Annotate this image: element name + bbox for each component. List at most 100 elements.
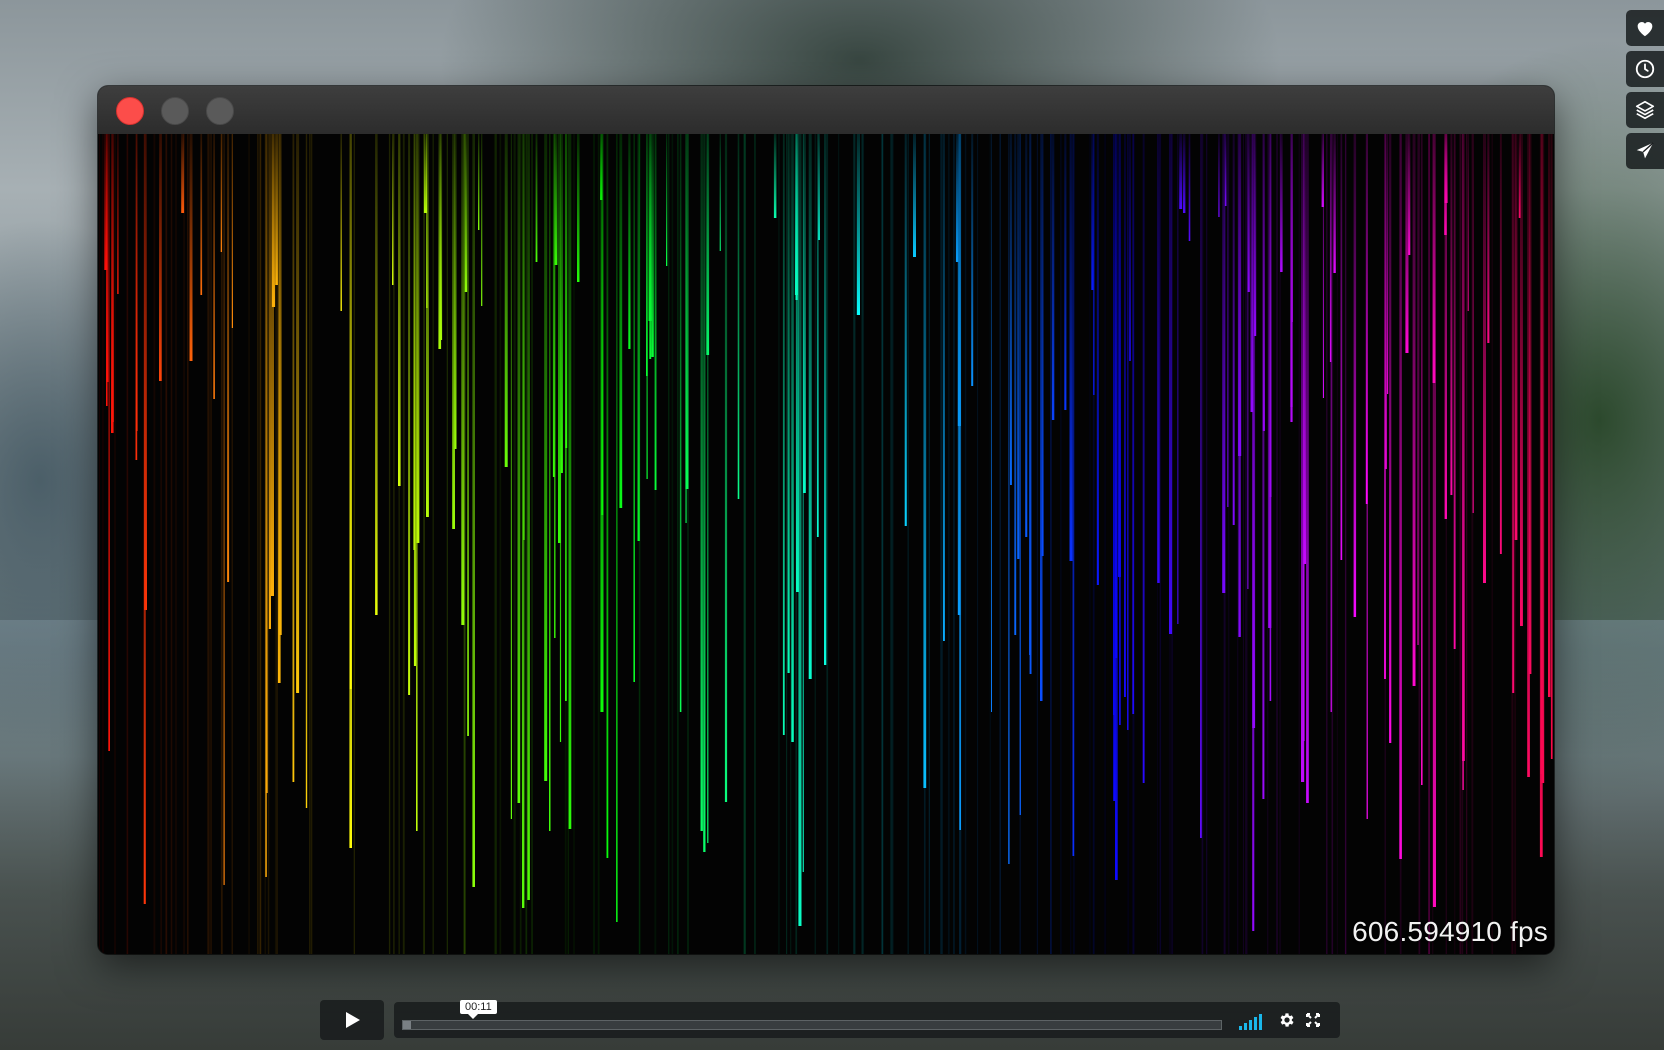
- rain-streak: [971, 134, 974, 386]
- rain-streak: [1072, 134, 1075, 856]
- rain-streak: [213, 134, 215, 399]
- rain-streak: [200, 134, 203, 295]
- rain-streak: [220, 134, 222, 252]
- layers-icon: [1635, 100, 1655, 120]
- rain-streak: [1019, 134, 1021, 815]
- rain-streak: [340, 134, 342, 311]
- rain-streak: [1142, 134, 1145, 783]
- rain-streak: [700, 134, 703, 831]
- rain-streak: [1183, 134, 1186, 213]
- rain-streak: [416, 134, 418, 831]
- rain-streak-faint: [1201, 134, 1204, 954]
- rain-streak: [818, 134, 820, 240]
- rain-streak: [227, 134, 230, 582]
- rain-streak: [1453, 134, 1456, 649]
- rain-streak-faint: [187, 134, 189, 954]
- rain-streak: [305, 134, 308, 808]
- rain-streak: [413, 134, 416, 666]
- rain-streak: [517, 134, 521, 803]
- rain-streak-faint: [1298, 134, 1300, 954]
- rain-streak-faint: [597, 134, 600, 954]
- rain-streak-faint: [183, 134, 185, 954]
- rain-streak: [1412, 134, 1416, 686]
- rain-streak: [408, 134, 411, 695]
- play-button[interactable]: [320, 1000, 384, 1040]
- rain-streak: [791, 134, 794, 742]
- rain-streak: [1029, 134, 1031, 655]
- rain-streak: [957, 134, 961, 615]
- rain-streak: [1232, 134, 1235, 525]
- gear-icon[interactable]: [1278, 1011, 1296, 1029]
- rain-streak: [719, 134, 721, 251]
- rain-streak: [1247, 134, 1250, 292]
- rain-streak-faint: [170, 134, 173, 954]
- rain-streak-faint: [310, 134, 313, 954]
- rain-streak-faint: [1276, 134, 1278, 954]
- rain-streak: [795, 134, 798, 300]
- rain-streak: [913, 134, 916, 257]
- rain-streak: [637, 134, 640, 541]
- rain-streak: [292, 134, 295, 782]
- rain-streak: [1548, 134, 1551, 697]
- rain-streak: [439, 134, 443, 340]
- rain-streak-faint: [499, 134, 502, 954]
- rain-streak-faint: [891, 134, 894, 954]
- rain-streak-faint: [668, 134, 670, 954]
- rain-streak: [1238, 134, 1242, 456]
- rain-streak: [1408, 134, 1411, 255]
- rain-streak-faint: [221, 134, 223, 954]
- rain-streak-faint: [928, 134, 930, 954]
- minimize-button[interactable]: [161, 97, 189, 125]
- rain-streak-faint: [165, 134, 168, 954]
- rain-streak-faint: [248, 134, 250, 954]
- heart-icon: [1637, 22, 1653, 37]
- rain-streak: [535, 134, 538, 262]
- rain-streak: [1329, 134, 1332, 362]
- rain-streak: [1550, 134, 1553, 759]
- rain-streak: [143, 134, 146, 904]
- rain-streak: [782, 134, 785, 735]
- rain-streak: [724, 134, 728, 802]
- rain-streak: [159, 134, 162, 381]
- rain-streak: [454, 134, 457, 449]
- rain-streak: [1188, 134, 1191, 241]
- rain-streak: [461, 134, 465, 625]
- rain-streak-faint: [743, 134, 745, 954]
- rain-streak: [856, 134, 860, 315]
- like-button[interactable]: [1626, 10, 1664, 46]
- rain-streak: [619, 134, 623, 508]
- close-button[interactable]: [116, 97, 144, 125]
- rain-streak-faint: [1104, 134, 1107, 954]
- rain-streak: [1262, 134, 1265, 799]
- rain-streak-faint: [514, 134, 516, 954]
- rain-streak-faint: [1466, 134, 1468, 954]
- rain-streak: [803, 134, 806, 493]
- rain-streak-faint: [495, 134, 497, 954]
- rain-streak-faint: [862, 134, 865, 954]
- rain-streak: [1008, 134, 1010, 864]
- zoom-button[interactable]: [206, 97, 234, 125]
- rain-streak: [651, 134, 654, 357]
- share-button[interactable]: [1626, 133, 1664, 169]
- rain-streak: [1041, 134, 1044, 556]
- rain-streak: [1333, 134, 1336, 273]
- rain-streak-faint: [671, 134, 674, 954]
- rain-streak: [135, 134, 138, 431]
- title-bar[interactable]: [98, 86, 1554, 135]
- rain-streak-faint: [790, 134, 792, 954]
- rain-streak: [1472, 134, 1474, 513]
- rain-streak: [1017, 134, 1020, 559]
- rain-streak: [707, 134, 709, 843]
- progress-bar[interactable]: [402, 1020, 1222, 1030]
- rain-streak: [654, 134, 657, 490]
- fullscreen-icon[interactable]: [1306, 1013, 1320, 1027]
- rain-streak: [1177, 134, 1179, 624]
- rain-streak: [1169, 134, 1173, 634]
- volume-icon[interactable]: [1238, 1014, 1264, 1030]
- progress-fill: [403, 1021, 412, 1029]
- rain-streak: [991, 134, 992, 712]
- watch-later-button[interactable]: [1626, 51, 1664, 87]
- rain-streak: [223, 134, 225, 885]
- collections-button[interactable]: [1626, 92, 1664, 128]
- rain-streak: [1132, 134, 1135, 714]
